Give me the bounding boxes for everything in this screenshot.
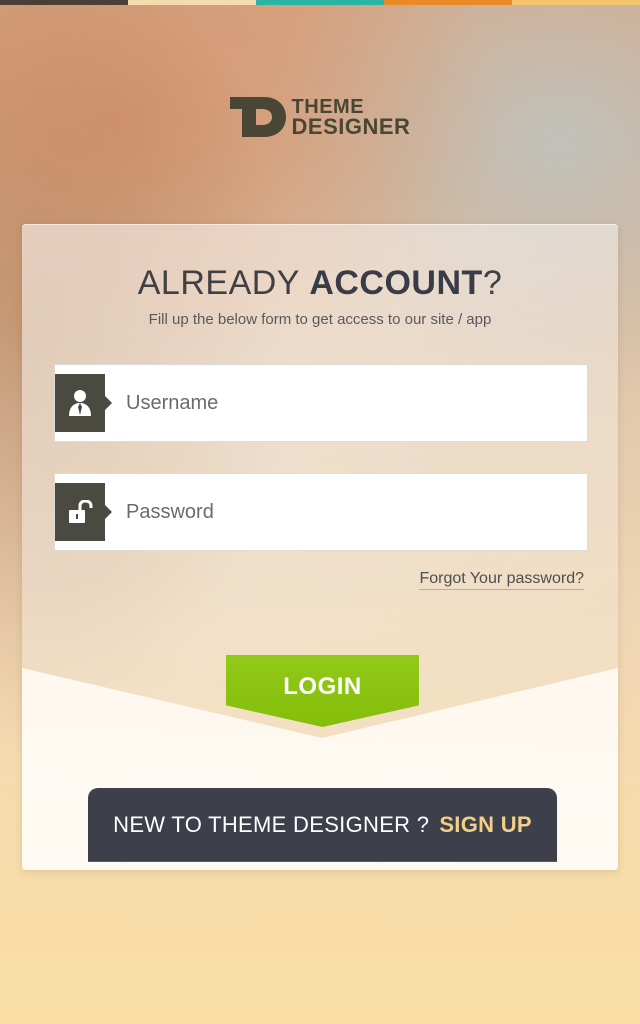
username-input[interactable] xyxy=(126,391,566,415)
title-suffix: ? xyxy=(482,264,503,302)
strip-segment xyxy=(128,0,256,5)
page-subtitle: Fill up the below form to get access to … xyxy=(148,311,492,328)
signup-prompt: NEW TO THEME DESIGNER ? xyxy=(113,812,430,837)
password-input[interactable] xyxy=(126,500,566,524)
unlock-icon xyxy=(55,483,112,541)
strip-segment xyxy=(0,0,128,5)
title-emphasis: ACCOUNT xyxy=(309,264,483,302)
strip-segment xyxy=(512,0,640,5)
brand-name-line2: DESIGNER xyxy=(291,114,411,139)
strip-segment xyxy=(256,0,384,5)
password-field[interactable] xyxy=(54,473,588,551)
page-title: ALREADY ACCOUNT? xyxy=(0,264,640,303)
brand-header: THEME DESIGNER xyxy=(0,92,640,142)
top-color-strip xyxy=(0,0,640,5)
title-prefix: ALREADY xyxy=(137,264,300,302)
user-icon-glyph xyxy=(69,390,91,416)
forgot-password-link[interactable]: Forgot Your password? xyxy=(419,570,584,590)
user-icon xyxy=(55,374,112,432)
signup-link[interactable]: SIGN UP xyxy=(439,812,532,838)
username-field[interactable] xyxy=(54,364,588,442)
unlock-icon-glyph xyxy=(69,500,93,523)
td-logo-icon xyxy=(229,97,286,137)
brand-logo: THEME DESIGNER xyxy=(229,95,411,139)
signup-bar: NEW TO THEME DESIGNER ? SIGN UP xyxy=(88,788,557,862)
strip-segment xyxy=(384,0,512,5)
